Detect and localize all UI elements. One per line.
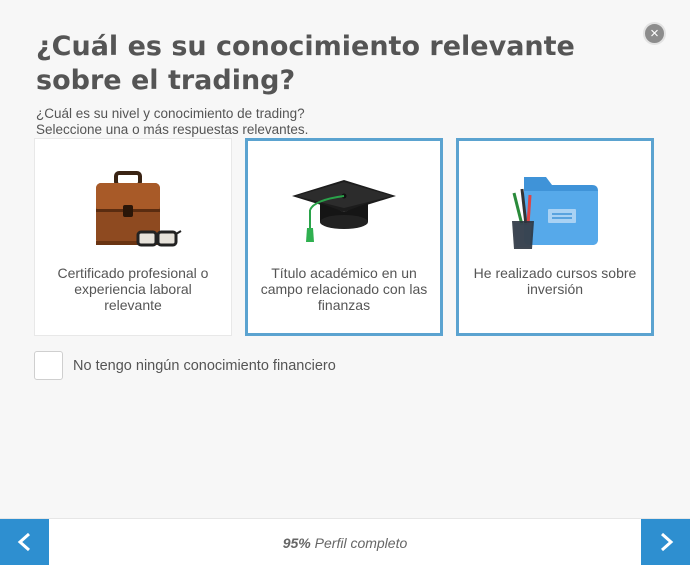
option-card-professional[interactable]: Certificado profesional o experiencia la… bbox=[34, 138, 232, 336]
options-grid: Certificado profesional o experiencia la… bbox=[34, 138, 654, 336]
progress-percent: 95% bbox=[282, 535, 311, 551]
subtitle-line-2: Seleccione una o más respuestas relevant… bbox=[36, 122, 309, 137]
subtitle: ¿Cuál es su nivel y conocimiento de trad… bbox=[36, 106, 308, 138]
option-label: Certificado profesional o experiencia la… bbox=[57, 265, 209, 313]
next-button[interactable] bbox=[641, 519, 690, 565]
no-knowledge-label: No tengo ningún conocimiento financiero bbox=[73, 357, 336, 374]
no-knowledge-option[interactable]: No tengo ningún conocimiento financiero bbox=[34, 351, 336, 380]
option-label: Título académico en un campo relacionado… bbox=[260, 265, 428, 313]
option-card-academic[interactable]: Título académico en un campo relacionado… bbox=[245, 138, 443, 336]
subtitle-line-1: ¿Cuál es su nivel y conocimiento de trad… bbox=[36, 106, 305, 121]
option-label: He realizado cursos sobre inversión bbox=[473, 265, 637, 297]
graduation-cap-icon bbox=[248, 155, 440, 265]
chevron-right-icon bbox=[660, 532, 673, 552]
folder-pencils-icon bbox=[459, 155, 651, 265]
briefcase-glasses-icon bbox=[35, 155, 231, 265]
page-title: ¿Cuál es su conocimiento relevante sobre… bbox=[36, 31, 575, 96]
progress-text: Perfil completo bbox=[314, 535, 408, 551]
no-knowledge-checkbox[interactable] bbox=[34, 351, 63, 380]
profile-progress: 95% Perfil completo bbox=[0, 535, 690, 551]
option-card-courses[interactable]: He realizado cursos sobre inversión bbox=[456, 138, 654, 336]
